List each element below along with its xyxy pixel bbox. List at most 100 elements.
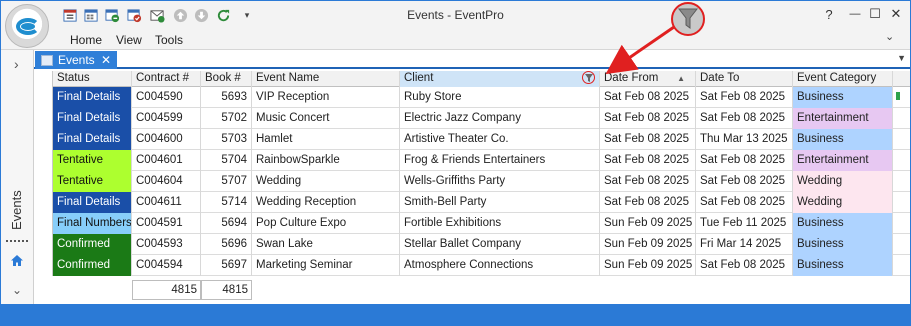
app-logo[interactable] bbox=[5, 4, 49, 48]
contract-cell[interactable]: C004593 bbox=[132, 234, 201, 255]
home-icon[interactable] bbox=[10, 254, 24, 270]
filter-icon[interactable] bbox=[582, 71, 595, 84]
mail-icon[interactable] bbox=[149, 7, 165, 23]
event-category-cell[interactable]: Business bbox=[793, 234, 893, 255]
col-header-status[interactable]: Status bbox=[53, 71, 132, 87]
splitter-handle[interactable] bbox=[6, 240, 28, 242]
date-to-cell[interactable]: Sat Feb 08 2025 bbox=[696, 108, 793, 129]
col-header-client[interactable]: Client bbox=[400, 71, 600, 87]
book-cell[interactable]: 5707 bbox=[201, 171, 252, 192]
table-row[interactable]: Final Details C004599 5702 Music Concert Ele… bbox=[53, 108, 910, 129]
date-to-cell[interactable]: Sat Feb 08 2025 bbox=[696, 255, 793, 276]
nav-events-label[interactable]: Events bbox=[9, 190, 24, 230]
contract-cell[interactable]: C004594 bbox=[132, 255, 201, 276]
date-to-cell[interactable]: Sat Feb 08 2025 bbox=[696, 87, 793, 108]
date-to-cell[interactable]: Thu Mar 13 2025 bbox=[696, 129, 793, 150]
row-selector[interactable] bbox=[35, 108, 53, 129]
contract-cell[interactable]: C004601 bbox=[132, 150, 201, 171]
event-name-cell[interactable]: Hamlet bbox=[252, 129, 400, 150]
ribbon-collapse-chevron-icon[interactable]: ⌄ bbox=[885, 30, 899, 44]
book-cell[interactable]: 5694 bbox=[201, 213, 252, 234]
client-cell[interactable]: Wells-Griffiths Party bbox=[400, 171, 600, 192]
date-from-cell[interactable]: Sat Feb 08 2025 bbox=[600, 129, 696, 150]
client-cell[interactable]: Electric Jazz Company bbox=[400, 108, 600, 129]
status-cell[interactable]: Final Numbers bbox=[53, 213, 132, 234]
arrow-down-icon[interactable] bbox=[193, 7, 209, 23]
status-cell[interactable]: Tentative bbox=[53, 150, 132, 171]
event-name-cell[interactable]: VIP Reception bbox=[252, 87, 400, 108]
event-name-cell[interactable]: Wedding Reception bbox=[252, 192, 400, 213]
date-to-cell[interactable]: Fri Mar 14 2025 bbox=[696, 234, 793, 255]
status-cell[interactable]: Final Details bbox=[53, 129, 132, 150]
event-name-cell[interactable]: RainbowSparkle bbox=[252, 150, 400, 171]
contract-cell[interactable]: C004604 bbox=[132, 171, 201, 192]
contract-cell[interactable]: C004611 bbox=[132, 192, 201, 213]
help-button[interactable]: ? bbox=[820, 6, 838, 22]
date-from-cell[interactable]: Sun Feb 09 2025 bbox=[600, 234, 696, 255]
col-header-contract[interactable]: Contract # bbox=[132, 71, 201, 87]
status-cell[interactable]: Tentative bbox=[53, 171, 132, 192]
client-cell[interactable]: Smith-Bell Party bbox=[400, 192, 600, 213]
event-category-cell[interactable]: Business bbox=[793, 87, 893, 108]
status-cell[interactable]: Final Details bbox=[53, 192, 132, 213]
contract-cell[interactable]: C004600 bbox=[132, 129, 201, 150]
calendar-refresh-icon[interactable] bbox=[104, 7, 120, 23]
date-from-cell[interactable]: Sat Feb 08 2025 bbox=[600, 171, 696, 192]
minimize-button[interactable]: — bbox=[846, 6, 864, 22]
event-category-cell[interactable]: Business bbox=[793, 213, 893, 234]
close-button[interactable]: ✕ bbox=[887, 6, 905, 22]
expand-nav-chevron-icon[interactable]: › bbox=[14, 56, 19, 72]
row-selector[interactable] bbox=[35, 255, 53, 276]
tab-dropdown-icon[interactable]: ▼ bbox=[897, 53, 906, 63]
book-cell[interactable]: 5693 bbox=[201, 87, 252, 108]
date-from-cell[interactable]: Sat Feb 08 2025 bbox=[600, 87, 696, 108]
status-cell[interactable]: Final Details bbox=[53, 108, 132, 129]
status-cell[interactable]: Confirmed bbox=[53, 234, 132, 255]
arrow-up-icon[interactable] bbox=[172, 7, 188, 23]
event-category-cell[interactable]: Business bbox=[793, 129, 893, 150]
row-selector[interactable] bbox=[35, 213, 53, 234]
nav-down-chevron-icon[interactable]: ⌄ bbox=[12, 283, 22, 297]
date-from-cell[interactable]: Sat Feb 08 2025 bbox=[600, 192, 696, 213]
client-cell[interactable]: Fortible Exhibitions bbox=[400, 213, 600, 234]
row-selector[interactable] bbox=[35, 129, 53, 150]
event-category-cell[interactable]: Entertainment bbox=[793, 150, 893, 171]
event-name-cell[interactable]: Marketing Seminar bbox=[252, 255, 400, 276]
row-selector[interactable] bbox=[35, 234, 53, 255]
client-cell[interactable]: Frog & Friends Entertainers bbox=[400, 150, 600, 171]
client-cell[interactable]: Artistive Theater Co. bbox=[400, 129, 600, 150]
calendar-grid-icon[interactable] bbox=[83, 7, 99, 23]
menu-tools[interactable]: Tools bbox=[155, 33, 183, 47]
table-row[interactable]: Confirmed C004593 5696 Swan Lake Stellar Bal… bbox=[53, 234, 910, 255]
date-from-cell[interactable]: Sun Feb 09 2025 bbox=[600, 255, 696, 276]
book-cell[interactable]: 5703 bbox=[201, 129, 252, 150]
client-cell[interactable]: Stellar Ballet Company bbox=[400, 234, 600, 255]
date-to-cell[interactable]: Sat Feb 08 2025 bbox=[696, 192, 793, 213]
book-cell[interactable]: 5696 bbox=[201, 234, 252, 255]
row-selector[interactable] bbox=[35, 87, 53, 108]
table-row[interactable]: Tentative C004604 5707 Wedding Wells-Griffit… bbox=[53, 171, 910, 192]
col-header-book[interactable]: Book # bbox=[201, 71, 252, 87]
table-row[interactable]: Final Details C004600 5703 Hamlet Artistive … bbox=[53, 129, 910, 150]
table-row[interactable]: Final Numbers C004591 5694 Pop Culture Expo… bbox=[53, 213, 910, 234]
date-from-cell[interactable]: Sat Feb 08 2025 bbox=[600, 150, 696, 171]
event-name-cell[interactable]: Pop Culture Expo bbox=[252, 213, 400, 234]
event-category-cell[interactable]: Wedding bbox=[793, 192, 893, 213]
tab-events[interactable]: Events ✕ bbox=[35, 51, 117, 69]
refresh-icon[interactable] bbox=[215, 7, 231, 23]
status-cell[interactable]: Final Details bbox=[53, 87, 132, 108]
col-header-date-from[interactable]: Date From ▲ bbox=[600, 71, 696, 87]
date-from-cell[interactable]: Sun Feb 09 2025 bbox=[600, 213, 696, 234]
table-row[interactable]: Tentative C004601 5704 RainbowSparkle Frog &… bbox=[53, 150, 910, 171]
calendar-check-icon[interactable] bbox=[126, 7, 142, 23]
col-header-event-name[interactable]: Event Name bbox=[252, 71, 400, 87]
contract-cell[interactable]: C004590 bbox=[132, 87, 201, 108]
status-cell[interactable]: Confirmed bbox=[53, 255, 132, 276]
book-cell[interactable]: 5704 bbox=[201, 150, 252, 171]
date-to-cell[interactable]: Sat Feb 08 2025 bbox=[696, 171, 793, 192]
menu-home[interactable]: Home bbox=[70, 33, 102, 47]
date-to-cell[interactable]: Sat Feb 08 2025 bbox=[696, 150, 793, 171]
event-category-cell[interactable]: Business bbox=[793, 255, 893, 276]
client-cell[interactable]: Atmosphere Connections bbox=[400, 255, 600, 276]
book-cell[interactable]: 5714 bbox=[201, 192, 252, 213]
